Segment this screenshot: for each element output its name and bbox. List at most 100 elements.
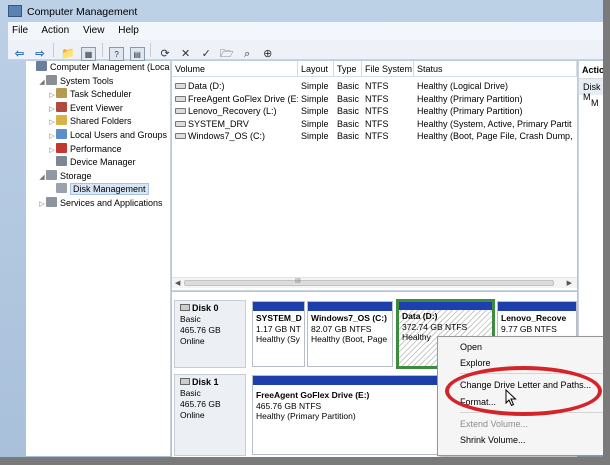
menu-view[interactable]: View [83,25,105,36]
column-header-status[interactable]: Status [414,61,577,76]
table-row[interactable]: Data (D:) Simple Basic NTFS Healthy (Logical… [172,80,577,93]
column-header-volume[interactable]: Volume [172,61,298,76]
tree-item-label: Storage [60,170,92,181]
tree-item[interactable]: Device Manager [26,156,170,170]
expand-arrow-icon[interactable]: ▷ [48,116,56,130]
window-title: Computer Management [27,6,138,18]
tree-item[interactable]: Computer Management (Local [26,61,170,75]
cell-file-system: NTFS [365,131,389,141]
disk-1-info[interactable]: Disk 1 Basic 465.76 GB Online [174,374,246,456]
menu-item-extend-volume: Extend Volume... [460,419,529,429]
tree-item-label: Device Manager [70,157,136,168]
tree-item[interactable]: ▷ Task Scheduler [26,88,170,102]
tree-item[interactable]: ▷ Shared Folders [26,115,170,129]
menu-item-change-drive-letter[interactable]: Change Drive Letter and Paths... [438,378,603,392]
back-arrow-icon[interactable]: ⇦ [12,47,27,61]
partition-title: Lenovo_Recove [501,313,567,323]
expand-arrow-icon[interactable]: ◢ [38,171,46,185]
partition-status: Healthy (Sy [256,334,300,344]
actions-item-disk-management[interactable]: Disk M [579,79,603,102]
table-row[interactable]: SYSTEM_DRV Simple Basic NTFS Healthy (System… [172,118,577,131]
disk-status: Online [180,410,205,420]
cell-file-system: NTFS [365,81,389,91]
check-icon[interactable]: ✓ [199,47,214,61]
drive-icon [175,108,186,114]
menu-item-open[interactable]: Open [438,340,603,354]
scroll-left-icon[interactable]: ◀ [175,279,180,287]
refresh-icon[interactable]: ⟳ [158,47,173,61]
menu-action[interactable]: Action [41,25,69,36]
users-icon [56,128,67,139]
tree-item[interactable]: ▷ Event Viewer [26,101,170,117]
column-header-file-system[interactable]: File System [362,61,414,76]
partition-bar [253,302,304,311]
delete-icon[interactable]: ✕ [178,47,193,61]
scroll-right-icon[interactable]: ▶ [567,279,572,287]
expand-arrow-icon[interactable]: ▷ [48,89,56,103]
expand-arrow-icon[interactable]: ▷ [38,198,46,212]
properties-icon[interactable]: ▤ [129,47,145,61]
expand-arrow-icon[interactable]: ◢ [38,76,46,90]
tree-item[interactable]: ◢ Storage [26,169,170,185]
forward-arrow-icon[interactable]: ⇨ [33,47,48,61]
open-icon[interactable]: 🗁 [219,47,234,61]
disk-type: Basic [180,388,201,398]
expand-arrow-icon[interactable]: ▷ [48,130,56,144]
partition-system-drv[interactable]: SYSTEM_D 1.17 GB NT Healthy (Sy [252,301,305,367]
menu-file[interactable]: File [12,25,28,36]
title-bar: Computer Management [0,0,603,22]
tree-item[interactable]: ▷ Performance [26,142,170,158]
menu-item-shrink-volume[interactable]: Shrink Volume... [438,433,603,447]
scrollbar-thumb[interactable]: III [184,278,554,286]
drive-icon [175,83,186,89]
show-hide-tree-icon[interactable]: ▦ [81,47,97,61]
tree-item[interactable]: ▷ Services and Applications [26,196,170,212]
disk-type: Basic [180,314,201,324]
horizontal-scrollbar[interactable]: ◀ III ▶ [172,277,577,288]
disk-name: Disk 1 [192,377,219,387]
tree-item[interactable]: ◢ System Tools [26,74,170,90]
partition-title: Data (D:) [402,311,438,321]
cell-layout: Simple [301,81,329,91]
partition-size: 372.74 GB NTFS [402,321,468,332]
disk-status: Online [180,336,205,346]
table-row[interactable]: Lenovo_Recovery (L:) Simple Basic NTFS Healt… [172,105,577,118]
up-folder-icon[interactable]: 📁 [61,47,76,61]
volume-name: Data (D:) [188,81,225,91]
table-row[interactable]: Windows7_OS (C:) Simple Basic NTFS Healthy (… [172,130,577,143]
cell-status: Healthy (System, Active, Primary Partit [417,118,572,129]
partition-windows7-os[interactable]: Windows7_OS (C:) 82.07 GB NTFS Healthy (… [307,301,393,367]
expand-arrow-icon[interactable]: ▷ [48,144,56,158]
table-row[interactable]: FreeAgent GoFlex Drive (E:) Simple Basic NT… [172,93,577,106]
disk-size: 465.76 GB [180,325,221,335]
tree-item-label: System Tools [60,75,114,86]
drive-icon [175,133,186,139]
zoom-icon[interactable]: ⊕ [260,47,275,61]
expand-arrow-icon[interactable]: ▷ [48,103,56,117]
help-icon[interactable]: ? [109,47,125,61]
window-frame: Computer Management File Action View Hel… [0,0,610,465]
find-icon[interactable]: ⌕ [240,47,255,61]
cell-status: Healthy (Boot, Page File, Crash Dump, [417,131,573,141]
clock-icon [56,88,67,99]
cell-status: Healthy (Primary Partition) [417,93,523,104]
performance-icon [56,142,67,153]
disk-0-info[interactable]: Disk 0 Basic 465.76 GB Online [174,300,246,368]
column-header-layout[interactable]: Layout [298,61,334,76]
toolbar: ⇦ ⇨ 📁 ▦ ? ▤ ⟳ ✕ ✓ 🗁 ⌕ ⊕ [8,40,603,61]
menu-item-explore[interactable]: Explore [438,356,603,370]
column-header-type[interactable]: Type [334,61,362,76]
disk-icon [56,183,67,194]
computer-management-icon [8,5,22,17]
cell-volume: SYSTEM_DRV [172,118,298,131]
tree-item[interactable]: ▷ Local Users and Groups [26,128,170,144]
menu-item-format[interactable]: Format... [438,395,603,409]
partition-size: 1.17 GB NT [256,323,301,334]
volume-name: Lenovo_Recovery (L:) [188,106,277,116]
menu-help[interactable]: Help [118,25,139,36]
tools-icon [46,74,57,85]
storage-icon [46,169,57,180]
volume-list: Volume Layout Type File System Status Da… [172,61,577,291]
tree-item[interactable]: Disk Management [26,183,170,197]
shared-folder-icon [56,115,67,126]
